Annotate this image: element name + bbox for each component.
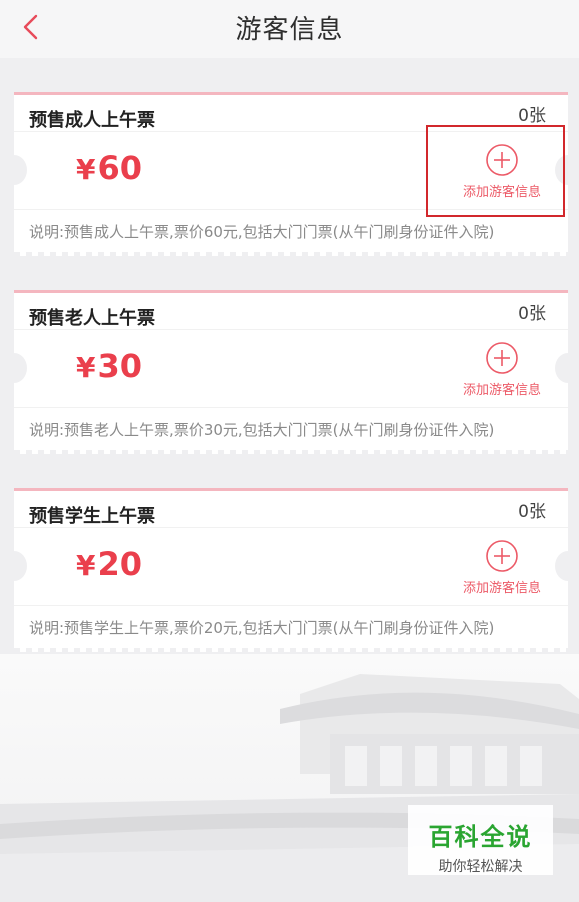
divider xyxy=(14,209,568,210)
currency-symbol: ¥ xyxy=(76,549,96,582)
perforated-edge xyxy=(14,450,568,454)
price-value: 20 xyxy=(97,545,143,583)
divider xyxy=(14,527,568,528)
divider xyxy=(14,131,568,132)
currency-symbol: ¥ xyxy=(76,153,96,186)
ticket-card-adult: 预售成人上午票 0张 ¥60 添加游客信息 说明:预售成人上午票,票价60元,包… xyxy=(1,92,579,256)
page-title: 游客信息 xyxy=(235,15,344,45)
ticket-description: 说明:预售老人上午票,票价30元,包括大门门票(从午门刷身份证件入院) xyxy=(29,421,495,439)
ticket-price: ¥30 xyxy=(76,347,142,385)
watermark-subtitle: 助你轻松解决 xyxy=(438,859,523,875)
divider xyxy=(14,329,568,330)
divider xyxy=(14,407,568,408)
add-visitor-label: 添加游客信息 xyxy=(462,383,541,398)
add-circle-icon xyxy=(486,144,518,176)
watermark-logo: 百科全说 助你轻松解决 xyxy=(408,805,553,875)
price-value: 60 xyxy=(97,149,143,187)
divider xyxy=(14,605,568,606)
ticket-card-senior: 预售老人上午票 0张 ¥30 添加游客信息 说明:预售老人上午票,票价30元,包… xyxy=(1,290,579,454)
ticket-notch xyxy=(555,353,579,383)
ticket-name: 预售老人上午票 xyxy=(29,308,155,329)
ticket-notch xyxy=(1,155,27,185)
ticket-name: 预售学生上午票 xyxy=(29,506,155,527)
ticket-price: ¥20 xyxy=(76,545,142,583)
ticket-price: ¥60 xyxy=(76,149,142,187)
ticket-notch xyxy=(1,551,27,581)
add-circle-icon xyxy=(486,342,518,374)
perforated-edge xyxy=(14,648,568,652)
nav-bar: 游客信息 xyxy=(0,0,579,58)
add-visitor-button[interactable]: 添加游客信息 xyxy=(454,143,550,207)
watermark-title: 百科全说 xyxy=(428,823,533,851)
ticket-card-student: 预售学生上午票 0张 ¥20 添加游客信息 说明:预售学生上午票,票价20元,包… xyxy=(1,488,579,652)
ticket-notch xyxy=(555,155,579,185)
add-visitor-button[interactable]: 添加游客信息 xyxy=(454,539,550,603)
ticket-description: 说明:预售学生上午票,票价20元,包括大门门票(从午门刷身份证件入院) xyxy=(29,619,495,637)
add-visitor-button[interactable]: 添加游客信息 xyxy=(454,341,550,405)
add-visitor-label: 添加游客信息 xyxy=(462,185,541,200)
ticket-count: 0张 xyxy=(518,502,546,522)
price-value: 30 xyxy=(97,347,143,385)
currency-symbol: ¥ xyxy=(76,351,96,384)
ticket-name: 预售成人上午票 xyxy=(29,110,155,131)
add-circle-icon xyxy=(486,540,518,572)
add-visitor-label: 添加游客信息 xyxy=(462,581,541,596)
perforated-edge xyxy=(14,252,568,256)
ticket-notch xyxy=(1,353,27,383)
ticket-notch xyxy=(555,551,579,581)
ticket-count: 0张 xyxy=(518,106,546,126)
ticket-description: 说明:预售成人上午票,票价60元,包括大门门票(从午门刷身份证件入院) xyxy=(29,223,495,241)
ticket-count: 0张 xyxy=(518,304,546,324)
